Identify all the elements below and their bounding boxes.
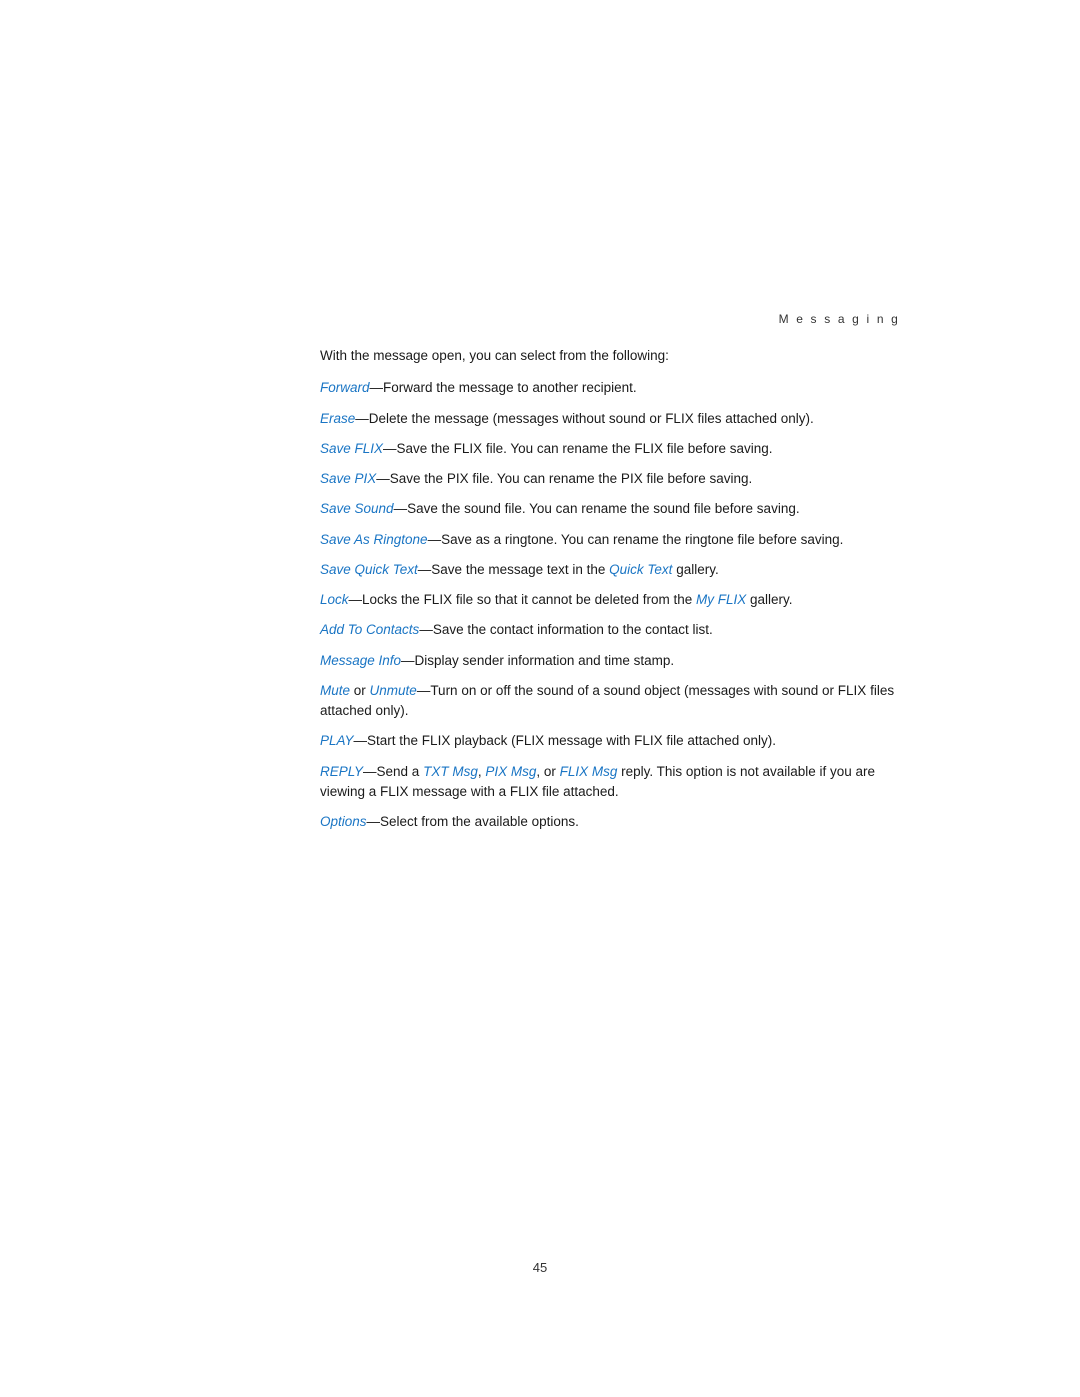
link-mute: Mute (320, 683, 350, 698)
intro-text: With the message open, you can select fr… (320, 346, 900, 366)
link-txt-msg: TXT Msg (423, 764, 478, 779)
desc-options: —Select from the available options. (367, 814, 579, 829)
link-play: PLAY (320, 733, 354, 748)
link-unmute: Unmute (370, 683, 417, 698)
desc-save-quick-text-before: —Save the message text in the (418, 562, 609, 577)
link-save-flix: Save FLIX (320, 441, 383, 456)
menu-item-save-as-ringtone: Save As Ringtone—Save as a ringtone. You… (320, 530, 900, 550)
desc-save-pix: —Save the PIX file. You can rename the P… (376, 471, 752, 486)
desc-save-sound: —Save the sound file. You can rename the… (394, 501, 800, 516)
menu-item-save-sound: Save Sound—Save the sound file. You can … (320, 499, 900, 519)
desc-play: —Start the FLIX playback (FLIX message w… (354, 733, 776, 748)
menu-item-lock: Lock—Locks the FLIX file so that it cann… (320, 590, 900, 610)
menu-item-save-pix: Save PIX—Save the PIX file. You can rena… (320, 469, 900, 489)
page-number: 45 (0, 1258, 1080, 1278)
link-options: Options (320, 814, 367, 829)
menu-item-play: PLAY—Start the FLIX playback (FLIX messa… (320, 731, 900, 751)
desc-message-info: —Display sender information and time sta… (401, 653, 674, 668)
desc-reply-before: —Send a (363, 764, 423, 779)
link-save-as-ringtone: Save As Ringtone (320, 532, 428, 547)
menu-item-mute-unmute: Mute or Unmute—Turn on or off the sound … (320, 681, 900, 722)
desc-add-to-contacts: —Save the contact information to the con… (419, 622, 712, 637)
desc-erase: —Delete the message (messages without so… (355, 411, 813, 426)
link-lock: Lock (320, 592, 349, 607)
link-add-to-contacts: Add To Contacts (320, 622, 419, 637)
page-container: M e s s a g i n g With the message open,… (0, 0, 1080, 1397)
link-reply: REPLY (320, 764, 363, 779)
link-erase: Erase (320, 411, 355, 426)
desc-reply-comma2: , or (536, 764, 559, 779)
link-flix-msg: FLIX Msg (560, 764, 618, 779)
menu-item-add-to-contacts: Add To Contacts—Save the contact informa… (320, 620, 900, 640)
menu-item-reply: REPLY—Send a TXT Msg, PIX Msg, or FLIX M… (320, 762, 900, 803)
desc-lock-after: gallery. (746, 592, 792, 607)
menu-item-forward: Forward—Forward the message to another r… (320, 378, 900, 398)
section-title: M e s s a g i n g (779, 312, 900, 326)
desc-save-quick-text-after: gallery. (672, 562, 718, 577)
menu-item-save-flix: Save FLIX—Save the FLIX file. You can re… (320, 439, 900, 459)
link-message-info: Message Info (320, 653, 401, 668)
menu-item-message-info: Message Info—Display sender information … (320, 651, 900, 671)
link-my-flix: My FLIX (696, 592, 746, 607)
menu-item-save-quick-text: Save Quick Text—Save the message text in… (320, 560, 900, 580)
link-quick-text: Quick Text (609, 562, 672, 577)
link-save-pix: Save PIX (320, 471, 376, 486)
link-pix-msg: PIX Msg (485, 764, 536, 779)
menu-item-options: Options—Select from the available option… (320, 812, 900, 832)
desc-forward: —Forward the message to another recipien… (370, 380, 637, 395)
desc-save-flix: —Save the FLIX file. You can rename the … (383, 441, 772, 456)
menu-item-erase: Erase—Delete the message (messages witho… (320, 409, 900, 429)
page-header: M e s s a g i n g (320, 310, 900, 328)
content-area: M e s s a g i n g With the message open,… (320, 310, 900, 842)
desc-lock-before: —Locks the FLIX file so that it cannot b… (349, 592, 696, 607)
link-save-quick-text: Save Quick Text (320, 562, 418, 577)
link-forward: Forward (320, 380, 370, 395)
desc-save-as-ringtone: —Save as a ringtone. You can rename the … (428, 532, 844, 547)
connector-or: or (350, 683, 370, 698)
link-save-sound: Save Sound (320, 501, 394, 516)
